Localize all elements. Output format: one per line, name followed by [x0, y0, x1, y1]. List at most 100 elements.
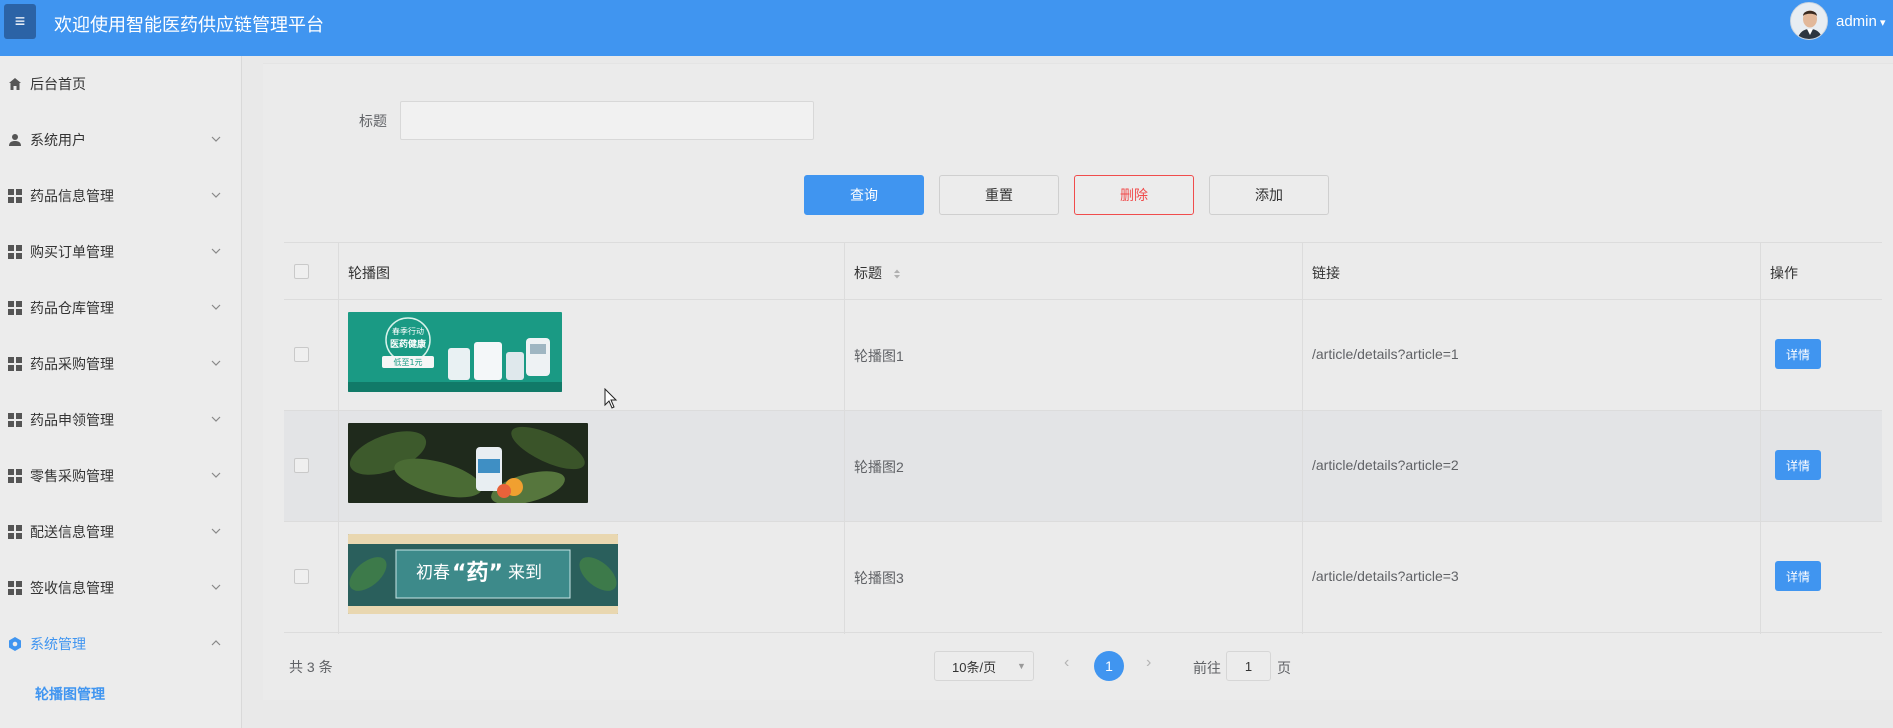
sidebar-item-label: 购买订单管理 [30, 244, 114, 260]
row-checkbox[interactable] [294, 347, 309, 362]
detail-button[interactable]: 详情 [1775, 561, 1821, 591]
home-icon [7, 76, 23, 92]
column-divider [1302, 243, 1303, 634]
sidebar-item-label: 药品采购管理 [30, 356, 114, 372]
chevron-down-icon [211, 192, 221, 198]
row-checkbox[interactable] [294, 458, 309, 473]
row-checkbox[interactable] [294, 569, 309, 584]
row-link: /article/details?article=3 [1312, 568, 1459, 584]
banner-text: 医药健康 [390, 338, 427, 350]
page-size-value: 10条/页 [952, 659, 997, 675]
chevron-down-icon [211, 360, 221, 366]
column-header-title[interactable]: 标题 [854, 263, 902, 283]
banner-spring-image: 初春 “药” 来到 [348, 534, 618, 614]
chevron-down-icon [211, 416, 221, 422]
chevron-down-icon: ▼ [1017, 661, 1026, 671]
sidebar-item-delivery-info[interactable]: 配送信息管理 [0, 504, 242, 560]
top-header: ≡ 欢迎使用智能医药供应链管理平台 admin ▾ [0, 0, 1893, 56]
sidebar-item-retail-procurement[interactable]: 零售采购管理 [0, 448, 242, 504]
chevron-down-icon[interactable]: ▾ [1880, 16, 1886, 29]
app-title: 欢迎使用智能医药供应链管理平台 [54, 15, 324, 35]
sidebar-item-label: 系统用户 [30, 132, 86, 148]
grid-icon [7, 244, 23, 260]
table-row: 轮播图2 /article/details?article=2 详情 [284, 411, 1882, 522]
banner-leaves-image [348, 423, 588, 503]
column-divider [844, 243, 845, 634]
sidebar-item-label: 系统管理 [30, 636, 86, 652]
sidebar-item-system-users[interactable]: 系统用户 [0, 112, 242, 168]
query-button[interactable]: 查询 [804, 175, 924, 215]
reset-button[interactable]: 重置 [939, 175, 1059, 215]
grid-icon [7, 188, 23, 204]
row-link: /article/details?article=2 [1312, 457, 1459, 473]
column-divider [1760, 243, 1761, 634]
table-row: 春季行动 医药健康 低至1元 轮播图1 /article/details?art… [284, 300, 1882, 411]
carousel-table: 轮播图 标题 链接 操作 春季行动 医药健康 低至1元 轮播图1 /articl… [284, 242, 1882, 634]
detail-button[interactable]: 详情 [1775, 450, 1821, 480]
chevron-down-icon [211, 248, 221, 254]
table-row: 初春 “药” 来到 轮播图3 /article/details?article=… [284, 522, 1882, 633]
page-size-select[interactable]: 10条/页 ▼ [934, 651, 1034, 681]
sidebar-item-drug-requisition[interactable]: 药品申领管理 [0, 392, 242, 448]
row-link: /article/details?article=1 [1312, 346, 1459, 362]
delete-button[interactable]: 删除 [1074, 175, 1194, 215]
sidebar-item-dashboard[interactable]: 后台首页 [0, 56, 242, 112]
select-all-checkbox[interactable] [294, 264, 309, 279]
banner-text: “药” [452, 561, 503, 586]
add-button[interactable]: 添加 [1209, 175, 1329, 215]
grid-icon [7, 412, 23, 428]
banner-text: 春季行动 [392, 326, 424, 336]
goto-label: 前往 [1193, 660, 1221, 676]
goto-suffix: 页 [1277, 660, 1291, 676]
avatar-photo-icon [1791, 3, 1827, 39]
sort-icon[interactable] [892, 268, 902, 280]
user-avatar[interactable] [1790, 2, 1828, 40]
title-filter-input[interactable] [400, 101, 814, 140]
sidebar-item-label: 药品信息管理 [30, 188, 114, 204]
sidebar-item-drug-warehouse[interactable]: 药品仓库管理 [0, 280, 242, 336]
grid-icon [7, 468, 23, 484]
total-count: 共 3 条 [289, 659, 333, 675]
banner-image[interactable]: 初春 “药” 来到 [348, 534, 618, 614]
menu-toggle-button[interactable]: ≡ [4, 4, 36, 39]
chevron-down-icon [211, 304, 221, 310]
sidebar-item-drug-procurement[interactable]: 药品采购管理 [0, 336, 242, 392]
grid-icon [7, 524, 23, 540]
row-title: 轮播图2 [854, 459, 904, 475]
column-divider [338, 243, 339, 634]
goto-page-input[interactable] [1226, 651, 1271, 681]
chevron-up-icon [211, 640, 221, 646]
row-title: 轮播图3 [854, 570, 904, 586]
table-header: 轮播图 标题 链接 操作 [284, 243, 1882, 300]
chevron-down-icon [211, 136, 221, 142]
grid-icon [7, 356, 23, 372]
sidebar-item-purchase-orders[interactable]: 购买订单管理 [0, 224, 242, 280]
chevron-down-icon [211, 584, 221, 590]
title-filter-label: 标题 [359, 113, 387, 129]
mouse-cursor-icon [604, 388, 618, 409]
banner-image[interactable] [348, 423, 588, 503]
column-header-image: 轮播图 [348, 265, 390, 281]
sidebar-subitem-carousel[interactable]: 轮播图管理 [35, 684, 105, 704]
sidebar-item-label: 签收信息管理 [30, 580, 114, 596]
user-name-dropdown[interactable]: admin [1836, 13, 1877, 30]
row-title: 轮播图1 [854, 348, 904, 364]
chevron-down-icon [211, 528, 221, 534]
sidebar-item-label: 配送信息管理 [30, 524, 114, 540]
page-number-current[interactable]: 1 [1094, 651, 1124, 681]
sidebar-item-label: 后台首页 [30, 76, 86, 92]
detail-button[interactable]: 详情 [1775, 339, 1821, 369]
sidebar-item-system-management[interactable]: 系统管理 [0, 616, 242, 672]
grid-icon [7, 300, 23, 316]
sidebar-item-receipt-info[interactable]: 签收信息管理 [0, 560, 242, 616]
prev-page-button[interactable]: ‹ [1064, 654, 1069, 672]
next-page-button[interactable]: › [1146, 654, 1151, 672]
sidebar-item-drug-info[interactable]: 药品信息管理 [0, 168, 242, 224]
banner-text: 低至1元 [393, 357, 422, 367]
sidebar-item-label: 零售采购管理 [30, 468, 114, 484]
sidebar: 后台首页 系统用户 药品信息管理 购买订单管理 药品仓库管理 药品采购管理 药品… [0, 56, 242, 728]
column-header-title-label: 标题 [854, 265, 882, 281]
hamburger-icon: ≡ [14, 11, 26, 31]
banner-text: 来到 [508, 563, 542, 583]
banner-image[interactable]: 春季行动 医药健康 低至1元 [348, 312, 562, 392]
